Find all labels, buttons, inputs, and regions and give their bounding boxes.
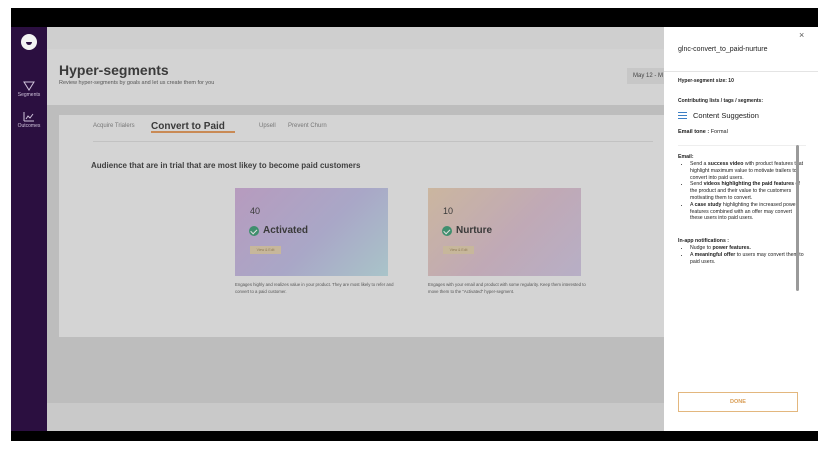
tab-prevent-churn[interactable]: Prevent Churn — [288, 123, 327, 129]
top-bar — [11, 8, 818, 27]
nav-label-segments: Segments — [17, 92, 41, 98]
contributing-item: Content Suggestion — [678, 111, 759, 120]
email-tone: Email tone : Formal — [678, 129, 728, 135]
list-item: A meaningful offer to users may convert … — [690, 252, 806, 266]
nav-item-segments[interactable]: Segments — [11, 81, 47, 98]
segment-name: Activated — [249, 225, 308, 236]
nav-item-outcomes[interactable]: Outcomes — [11, 111, 47, 129]
list-icon — [678, 111, 687, 120]
bottom-bar — [11, 431, 818, 441]
segment-card-nurture[interactable]: 10 Nurture View & Edit — [428, 188, 581, 276]
segment-name-label: Activated — [263, 225, 309, 236]
contributing-label: Contributing lists / tags / segments: — [678, 98, 764, 104]
segment-description: Engages with your email and product with… — [428, 282, 586, 294]
panel-header: glnc-convert_to_paid-nurture × — [664, 27, 818, 72]
done-button[interactable]: DONE — [678, 392, 798, 412]
main-bottom-strip — [47, 403, 664, 431]
segment-description: Engages highly and realizes value in you… — [235, 282, 394, 294]
check-circle-icon — [249, 225, 259, 236]
main-content: Hyper-segments Review hyper-segments by … — [47, 27, 664, 431]
email-list: Send a success video with product featur… — [678, 161, 806, 222]
list-item: Nudge to power features. — [690, 245, 806, 252]
app-frame: Segments Outcomes Hyper-segments Review … — [11, 8, 818, 441]
page-title: Hyper-segments — [59, 62, 169, 78]
hyper-segment-size: Hyper-segment size: 10 — [678, 78, 734, 84]
inapp-heading: In-app notifications : — [678, 238, 730, 245]
main-top-strip — [47, 27, 664, 49]
contributing-item-label: Content Suggestion — [693, 111, 759, 120]
segment-count: 40 — [250, 206, 261, 216]
logo-icon[interactable] — [21, 34, 37, 50]
page-header: Hyper-segments Review hyper-segments by … — [47, 49, 664, 105]
segment-name-label: Nurture — [456, 225, 493, 236]
email-tone-label: Email tone : — [678, 129, 710, 135]
date-range-button[interactable]: May 12 - M — [627, 68, 664, 84]
nav-label-outcomes: Outcomes — [17, 123, 41, 129]
chart-icon — [23, 112, 34, 122]
tabs-divider — [93, 141, 653, 142]
list-item: Send videos highlighting the paid featur… — [690, 181, 806, 201]
segment-count: 10 — [443, 206, 454, 216]
scrollbar[interactable] — [796, 145, 799, 291]
view-edit-button[interactable]: View & Edit — [250, 246, 281, 254]
list-item: Send a success video with product featur… — [690, 161, 806, 181]
tab-acquire-trialers[interactable]: Acquire Trialers — [93, 123, 135, 129]
segment-detail-panel: glnc-convert_to_paid-nurture × Hyper-seg… — [664, 27, 818, 431]
inapp-list: Nudge to power features. A meaningful of… — [678, 245, 806, 265]
segment-name: Nurture — [442, 225, 492, 236]
segments-card: Acquire Trialers Convert to Paid Upsell … — [59, 115, 664, 337]
funnel-icon — [23, 81, 35, 91]
segment-card-activated[interactable]: 40 Activated View & Edit — [235, 188, 388, 276]
email-heading: Email: — [678, 154, 694, 160]
page-subtitle: Review hyper-segments by goals and let u… — [59, 80, 215, 86]
email-tone-value: Formal — [709, 129, 728, 135]
left-nav: Segments Outcomes — [11, 27, 47, 431]
recommendations-scroll[interactable]: Email: Send a success video with product… — [678, 145, 806, 336]
check-circle-icon — [442, 225, 452, 236]
tab-upsell[interactable]: Upsell — [259, 123, 276, 129]
panel-title: glnc-convert_to_paid-nurture — [678, 46, 768, 53]
close-icon[interactable]: × — [799, 30, 804, 40]
active-tab-underline — [151, 131, 235, 133]
view-edit-button[interactable]: View & Edit — [443, 246, 474, 254]
section-title: Audience that are in trial that are most… — [91, 161, 361, 170]
list-item: A case study highlighting the increased … — [690, 202, 806, 222]
